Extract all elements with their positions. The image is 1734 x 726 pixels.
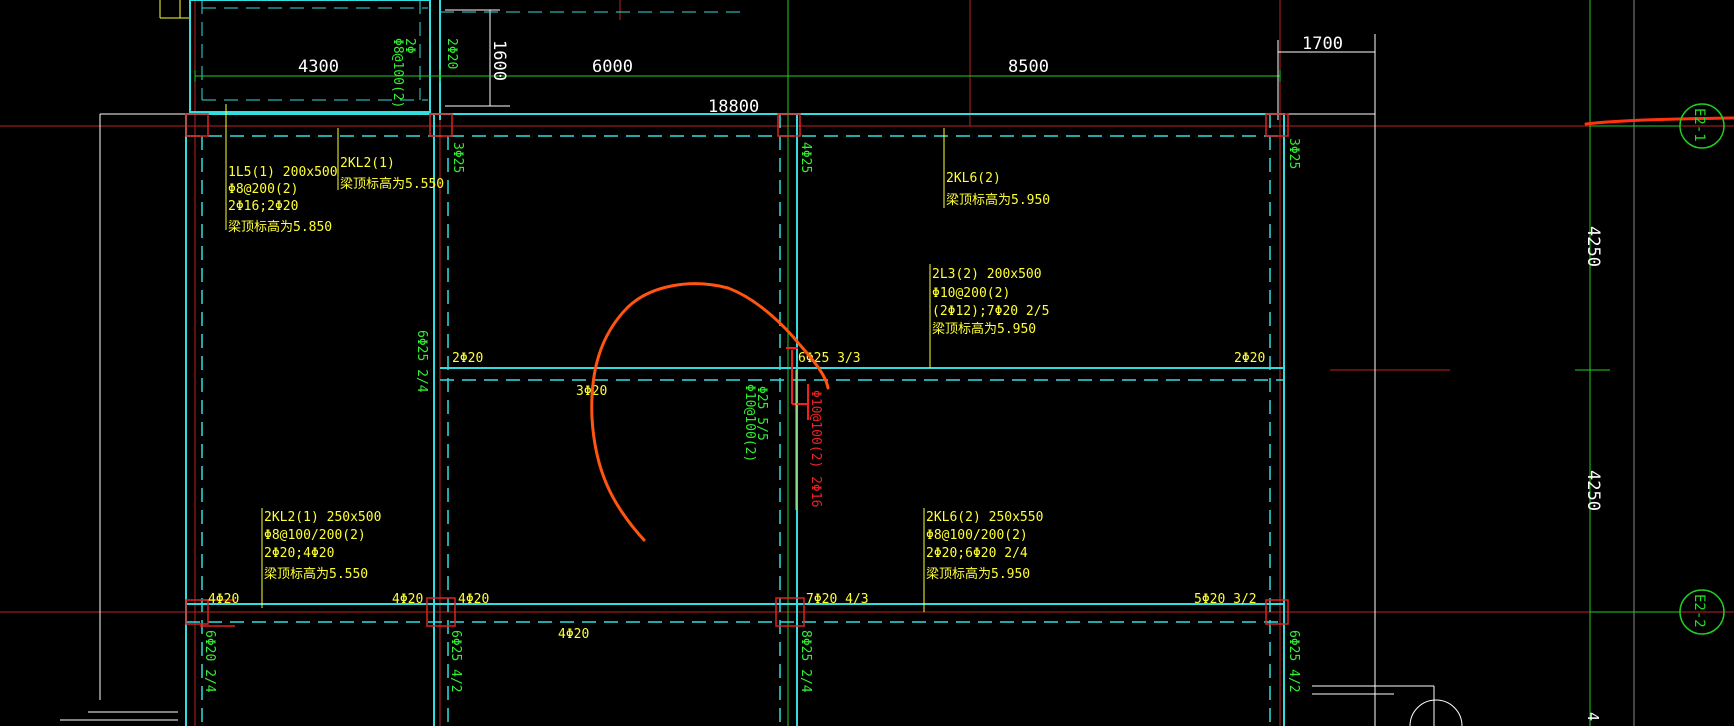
beam-label: 2KL2(1) [340,156,395,171]
rebar-label-mid-right: 2Φ20 [1234,351,1265,366]
beam-annotation-2kl6-top: 2KL6(2) 梁顶标高为5.950 [946,171,1050,208]
rebar-label-bot-5: 5Φ20 3/2 [1194,592,1257,607]
rebar-vertical-3phi25-b: 3Φ25 [1286,138,1301,169]
beam-elevation: 梁顶标高为5.950 [926,566,1030,582]
rebar-vertical-top-phi20: 2Φ20 [444,38,459,69]
rebar-vertical-bot-4: 6Φ25 4/2 [1286,630,1301,693]
dim-1600: 1600 [489,40,509,81]
rebar-label-bot-4c: 4Φ20 [458,592,489,607]
beam-rebar: (2Φ12);7Φ20 2/5 [932,304,1049,319]
rebar-label-bot-7: 7Φ20 4/3 [806,592,869,607]
beam-stirrup: Φ8@200(2) [228,182,298,197]
rebar-vertical-red: Φ10@100(2) 2Φ16 [808,390,823,507]
beam-outlines [185,113,1285,726]
rebar-vertical-bot-3: 8Φ25 2/4 [798,630,813,693]
dim-6000: 6000 [592,57,633,77]
dim-4300: 4300 [298,57,339,77]
markup-axis-stroke [1584,116,1734,126]
beam-annotation-2kl2-bottom: 2KL2(1) 250x500 Φ8@100/200(2) 2Φ20;4Φ20 … [264,510,381,582]
beam-stirrup: Φ8@100/200(2) [264,528,366,543]
rebar-label-bot-4a: 4Φ20 [208,592,239,607]
beam-label: 2KL2(1) 250x500 [264,510,381,525]
dim-4250-bottom: 4250 [1583,470,1603,511]
rebar-vertical-bot-left: 6Φ20 2/4 [202,630,217,693]
beam-annotation-2kl6-bottom: 2KL6(2) 250x550 Φ8@100/200(2) 2Φ20;6Φ20 … [926,510,1043,582]
rebar-vertical-4phi25: 4Φ25 [798,142,813,173]
cad-drawing-canvas[interactable]: 4300 6000 8500 18800 1700 1600 4250 4250 [0,0,1734,726]
beam-elevation: 梁顶标高为5.850 [228,219,332,235]
beam-annotation-2l3: 2L3(2) 200x500 Φ10@200(2) (2Φ12);7Φ20 2/… [932,267,1049,337]
column [185,113,209,137]
dim-8500: 8500 [1008,57,1049,77]
beam-annotation-1l5: 1L5(1) 200x500 Φ8@200(2) 2Φ16;2Φ20 梁顶标高为… [228,165,338,235]
axis-label: E2-2 [1691,594,1707,628]
beam-label: 2KL6(2) [946,171,1001,186]
beam-annotation-2kl2-top: 2KL2(1) 梁顶标高为5.550 [340,156,444,192]
beam-rebar: 2Φ20;4Φ20 [264,546,334,561]
beam-stirrup: Φ8@100/200(2) [926,528,1028,543]
rebar-vertical-top-2phi: 2Φ [402,38,417,54]
rebar-vertical-bot-2: 6Φ25 4/2 [448,630,463,693]
beam-elevation: 梁顶标高为5.550 [340,176,444,192]
dim-1700: 1700 [1302,34,1343,54]
beam-rebar: 2Φ20;6Φ20 2/4 [926,546,1028,561]
beam-label: 1L5(1) 200x500 [228,165,338,180]
beam-elevation: 梁顶标高为5.550 [264,566,368,582]
beam-elevation: 梁顶标高为5.950 [932,321,1036,337]
rebar-vertical-3phi25-a: 3Φ25 [450,142,465,173]
rebar-label-mid-left: 2Φ20 [452,351,483,366]
rebar-label-bot-4b: 4Φ20 [392,592,423,607]
axis-label: E2-1 [1691,108,1707,142]
markup-circle-annotation [590,282,830,542]
dim-4250-top: 4250 [1583,226,1603,267]
beam-label: 2KL6(2) 250x550 [926,510,1043,525]
beam-elevation: 梁顶标高为5.950 [946,192,1050,208]
rebar-vertical-mid-phi25: Φ25 5/5 [754,386,769,441]
beam-label: 2L3(2) 200x500 [932,267,1042,282]
partial-dim-edge: 4 [1584,712,1602,721]
rebar-vertical-6phi25-24: 6Φ25 2/4 [414,330,429,393]
beam-rebar: 2Φ16;2Φ20 [228,199,298,214]
beam-stirrup: Φ10@200(2) [932,286,1010,301]
axis-lines [0,0,1734,726]
rebar-label-bot-4d: 4Φ20 [558,627,589,642]
bottom-misc [60,685,1463,726]
